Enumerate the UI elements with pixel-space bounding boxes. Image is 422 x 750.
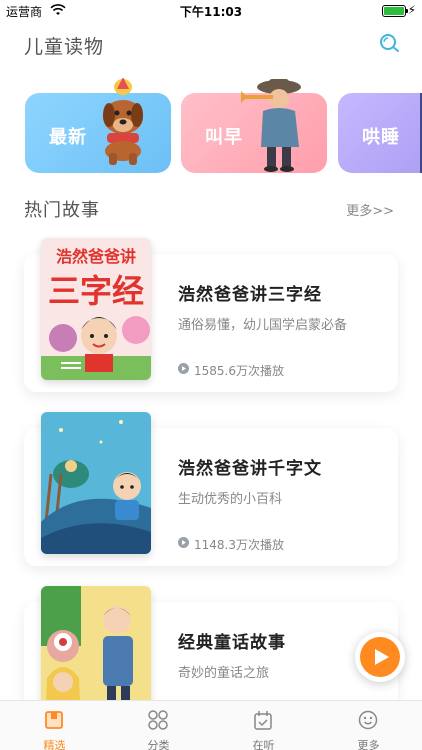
play-count: 1148.3万次播放 [194, 538, 284, 552]
story-cover [41, 412, 151, 554]
category-label: 最新 [49, 127, 87, 148]
play-count-icon [178, 363, 189, 374]
story-card[interactable]: 浩然爸爸讲千字文 生动优秀的小百科 1148.3万次播放 [24, 412, 398, 566]
section-title: 热门故事 [24, 200, 100, 221]
tab-label: 在听 [252, 739, 275, 750]
more-link[interactable]: 更多>> [346, 200, 394, 219]
charging-icon: ⚡ [407, 3, 416, 17]
tab-label: 分类 [147, 739, 170, 750]
story-title: 经典童话故事 [178, 633, 286, 653]
tab-category[interactable]: 分类 [106, 701, 211, 750]
tab-featured[interactable]: 精选 [2, 701, 107, 750]
play-icon [360, 637, 400, 677]
story-title: 浩然爸爸讲千字文 [178, 459, 322, 479]
bedtime-illustration [420, 93, 422, 173]
page-title: 儿童读物 [24, 36, 105, 58]
status-bar: 运营商 下午11:03 ⚡ [0, 0, 422, 22]
category-label: 叫早 [205, 127, 243, 148]
cover-text-top: 浩然爸爸讲 [56, 247, 136, 266]
category-card-bedtime[interactable]: 哄睡 [338, 93, 422, 173]
story-description: 通俗易懂，幼儿国学启蒙必备 [178, 318, 348, 333]
story-description: 生动优秀的小百科 [178, 492, 283, 507]
category-label: 哄睡 [362, 127, 400, 148]
tab-label: 更多 [357, 739, 380, 750]
story-card[interactable]: 浩然爸爸讲 三字经 浩然爸爸讲三字经 通俗易懂，幼儿国学启蒙必备 1585.6万… [24, 238, 398, 392]
category-card-wakeup[interactable]: 叫早 [181, 79, 327, 173]
floating-play-button[interactable] [355, 632, 405, 682]
tab-listening[interactable]: 在听 [211, 701, 316, 750]
trumpet-man-illustration [241, 79, 301, 172]
story-title: 浩然爸爸讲三字经 [178, 285, 322, 305]
category-carousel[interactable]: 最新 叫早 哄睡 [0, 78, 422, 178]
play-count: 1585.6万次播放 [194, 364, 284, 378]
story-description: 奇妙的童话之旅 [178, 666, 270, 681]
search-icon[interactable] [378, 32, 400, 54]
story-cover: 浩然爸爸讲 三字经 [41, 238, 151, 380]
play-count-icon [178, 537, 189, 548]
qianziwen-cover-art [41, 412, 151, 554]
featured-icon [45, 711, 63, 729]
listening-icon [254, 711, 272, 730]
category-card-latest[interactable]: 最新 [25, 78, 171, 173]
cover-text-big: 三字经 [48, 272, 144, 310]
category-icon [148, 710, 168, 730]
dog-illustration [103, 78, 143, 165]
tab-bar: 精选 分类 在听 更多 [0, 700, 422, 750]
clock: 下午11:03 [179, 5, 243, 19]
smiley-icon [358, 710, 378, 730]
sanzijing-cover-art: 浩然爸爸讲 三字经 [41, 238, 151, 380]
tab-more[interactable]: 更多 [316, 701, 421, 750]
battery-icon [382, 5, 408, 17]
tab-label: 精选 [43, 739, 66, 750]
